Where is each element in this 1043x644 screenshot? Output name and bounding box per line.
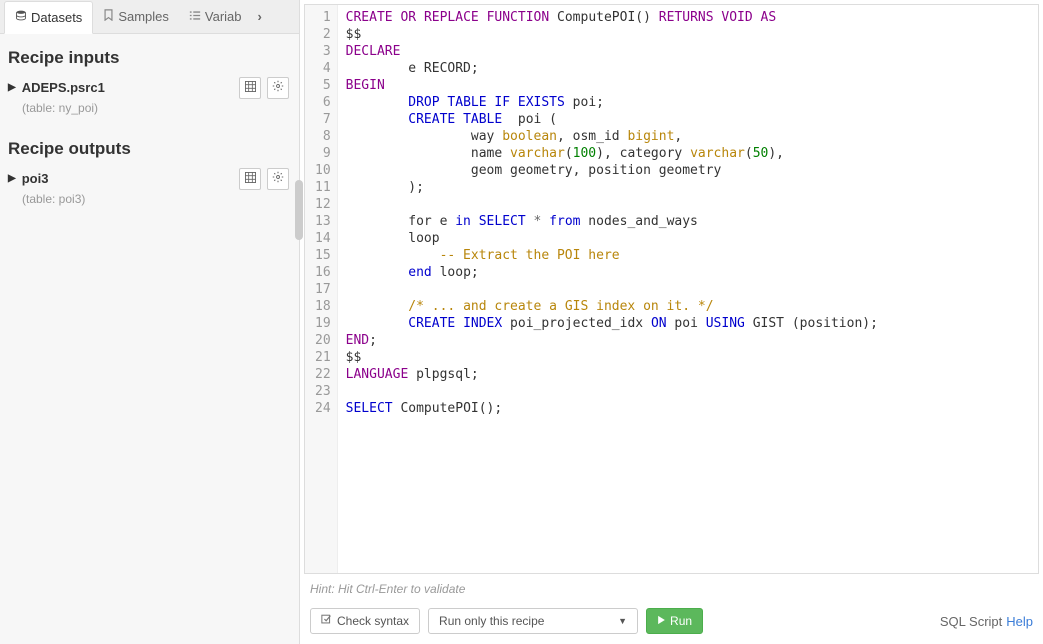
- run-button[interactable]: Run: [646, 608, 703, 634]
- chevron-right-icon: ›: [258, 9, 262, 24]
- app-root: Datasets Samples Variab › Recipe inputs: [0, 0, 1043, 644]
- tab-datasets[interactable]: Datasets: [4, 1, 93, 34]
- input-item-row: ▶ ADEPS.psrc1: [8, 74, 289, 101]
- tab-label: Samples: [118, 9, 169, 24]
- run-mode-select[interactable]: Run only this recipe ▼: [428, 608, 638, 634]
- tab-samples[interactable]: Samples: [93, 1, 179, 32]
- caret-right-icon: ▶: [8, 173, 16, 184]
- tab-label: Variab: [205, 9, 242, 24]
- input-item-actions: [239, 77, 289, 99]
- table-icon: [245, 172, 256, 186]
- sidebar-tabs: Datasets Samples Variab ›: [0, 0, 299, 34]
- input-item-name: ADEPS.psrc1: [22, 80, 105, 95]
- output-item-actions: [239, 168, 289, 190]
- code-area[interactable]: CREATE OR REPLACE FUNCTION ComputePOI() …: [338, 5, 1038, 573]
- editor-hint: Hint: Hit Ctrl-Enter to validate: [300, 578, 1043, 604]
- line-gutter: 123456789101112131415161718192021222324: [305, 5, 338, 573]
- check-syntax-label: Check syntax: [337, 614, 409, 628]
- run-mode-label: Run only this recipe: [439, 614, 544, 628]
- script-type-label: SQL Script: [940, 614, 1002, 629]
- bottom-toolbar: Check syntax Run only this recipe ▼ Run …: [300, 604, 1043, 644]
- gear-icon: [272, 171, 284, 186]
- inputs-title: Recipe inputs: [8, 48, 289, 68]
- recipe-inputs-section: Recipe inputs ▶ ADEPS.psrc1 (table: ny_p…: [0, 34, 299, 125]
- output-item-name: poi3: [22, 171, 49, 186]
- output-item[interactable]: ▶ poi3: [8, 167, 48, 190]
- check-syntax-button[interactable]: Check syntax: [310, 608, 420, 634]
- main-panel: 123456789101112131415161718192021222324 …: [300, 0, 1043, 644]
- code-editor[interactable]: 123456789101112131415161718192021222324 …: [304, 4, 1039, 574]
- caret-right-icon: ▶: [8, 82, 16, 93]
- gear-icon: [272, 80, 284, 95]
- table-button[interactable]: [239, 168, 261, 190]
- footer-links: SQL Script Help: [940, 614, 1033, 629]
- tab-label: Datasets: [31, 10, 82, 25]
- bookmark-icon: [103, 9, 114, 24]
- play-icon: [657, 614, 666, 628]
- sidebar: Datasets Samples Variab › Recipe inputs: [0, 0, 300, 644]
- sidebar-resize-handle[interactable]: [295, 180, 303, 240]
- input-item[interactable]: ▶ ADEPS.psrc1: [8, 76, 105, 99]
- list-icon: [189, 10, 201, 24]
- recipe-outputs-section: Recipe outputs ▶ poi3 (table: poi3): [0, 125, 299, 216]
- outputs-title: Recipe outputs: [8, 139, 289, 159]
- caret-down-icon: ▼: [618, 616, 627, 626]
- settings-button[interactable]: [267, 168, 289, 190]
- output-item-sub: (table: poi3): [8, 192, 289, 212]
- output-item-row: ▶ poi3: [8, 165, 289, 192]
- input-item-sub: (table: ny_poi): [8, 101, 289, 121]
- help-link[interactable]: Help: [1006, 614, 1033, 629]
- table-icon: [245, 81, 256, 95]
- table-button[interactable]: [239, 77, 261, 99]
- check-icon: [321, 614, 333, 628]
- settings-button[interactable]: [267, 77, 289, 99]
- run-label: Run: [670, 614, 692, 628]
- database-icon: [15, 10, 27, 25]
- tab-variables[interactable]: Variab: [179, 1, 252, 32]
- tabs-scroll-right[interactable]: ›: [252, 5, 268, 28]
